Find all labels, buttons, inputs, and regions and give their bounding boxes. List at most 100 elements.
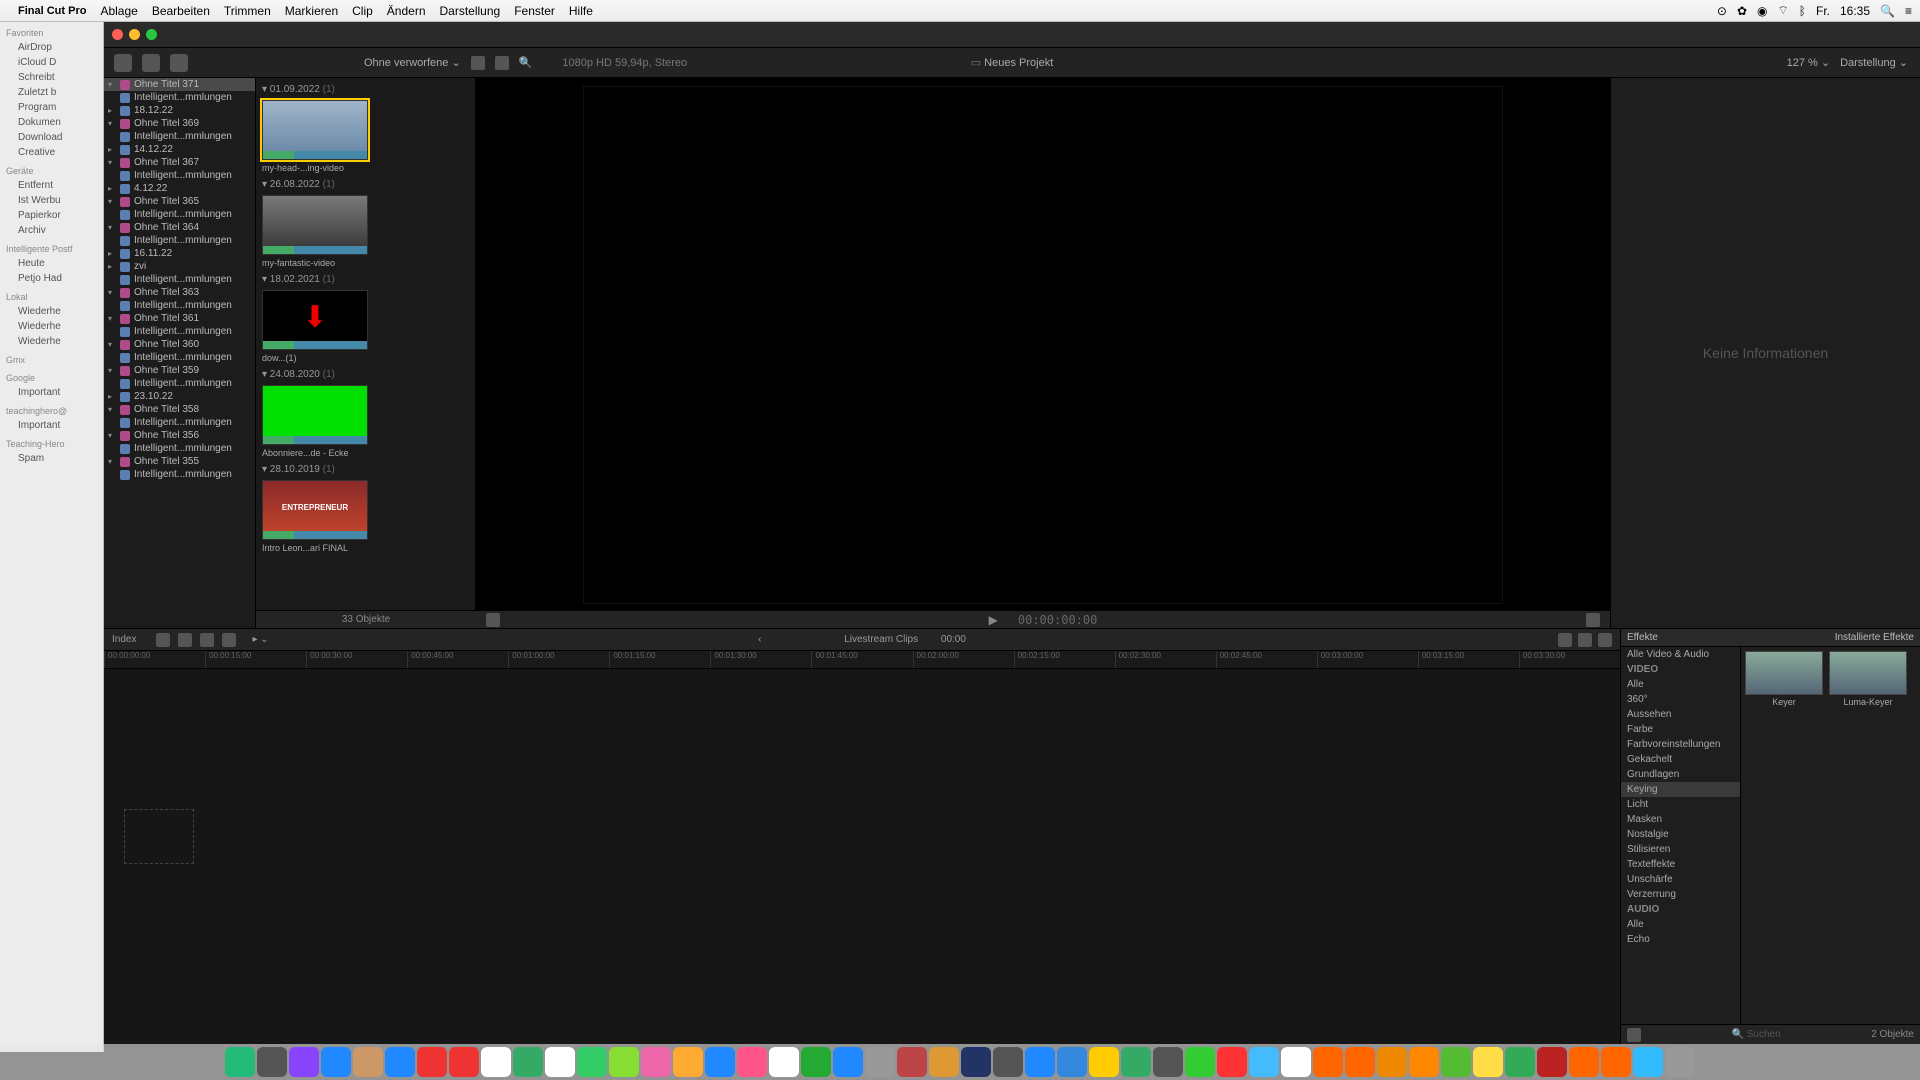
dock-app-icon[interactable] bbox=[417, 1047, 447, 1077]
finder-item[interactable]: Schreibt bbox=[0, 70, 103, 85]
dock-app-icon[interactable] bbox=[865, 1047, 895, 1077]
library-sidebar[interactable]: ▾Ohne Titel 371Intelligent...mmlungen▸18… bbox=[104, 78, 256, 628]
import-icon[interactable] bbox=[114, 54, 132, 72]
menu-icon[interactable]: ≡ bbox=[1905, 4, 1912, 18]
tool-select[interactable]: ▸ ⌄ bbox=[252, 634, 268, 645]
dock-app-icon[interactable] bbox=[1185, 1047, 1215, 1077]
effects-search[interactable]: 🔍 Suchen bbox=[1732, 1029, 1781, 1040]
dock-app-icon[interactable] bbox=[1537, 1047, 1567, 1077]
dock-app-icon[interactable] bbox=[257, 1047, 287, 1077]
effect-item[interactable]: Luma-Keyer bbox=[1829, 651, 1907, 707]
library-item[interactable]: Intelligent...mmlungen bbox=[104, 169, 255, 182]
library-item[interactable]: ▸zvi bbox=[104, 260, 255, 273]
dock-app-icon[interactable] bbox=[897, 1047, 927, 1077]
library-item[interactable]: ▾Ohne Titel 356 bbox=[104, 429, 255, 442]
finder-item[interactable]: Entfernt bbox=[0, 178, 103, 193]
dock-app-icon[interactable] bbox=[1217, 1047, 1247, 1077]
effect-category[interactable]: Unschärfe bbox=[1621, 872, 1740, 887]
finder-item[interactable]: Papierkor bbox=[0, 208, 103, 223]
library-item[interactable]: Intelligent...mmlungen bbox=[104, 299, 255, 312]
viewer[interactable] bbox=[476, 78, 1610, 610]
library-item[interactable]: Intelligent...mmlungen bbox=[104, 208, 255, 221]
effect-category[interactable]: 360° bbox=[1621, 692, 1740, 707]
timeline[interactable] bbox=[104, 669, 1620, 1044]
library-item[interactable]: Intelligent...mmlungen bbox=[104, 130, 255, 143]
viewer-canvas[interactable] bbox=[583, 86, 1503, 604]
dock-app-icon[interactable] bbox=[385, 1047, 415, 1077]
effect-category[interactable]: AUDIO bbox=[1621, 902, 1740, 917]
finder-item[interactable]: Heute bbox=[0, 256, 103, 271]
dock-app-icon[interactable] bbox=[1121, 1047, 1151, 1077]
close-icon[interactable] bbox=[112, 29, 123, 40]
play-button[interactable]: ▶ bbox=[989, 613, 998, 627]
dock-app-icon[interactable] bbox=[1249, 1047, 1279, 1077]
dock-app-icon[interactable] bbox=[929, 1047, 959, 1077]
dock-app-icon[interactable] bbox=[1281, 1047, 1311, 1077]
library-item[interactable]: Intelligent...mmlungen bbox=[104, 468, 255, 481]
search-icon[interactable]: 🔍 bbox=[1880, 4, 1895, 18]
dock-app-icon[interactable] bbox=[1345, 1047, 1375, 1077]
dock-app-icon[interactable] bbox=[833, 1047, 863, 1077]
clip-thumbnail[interactable]: ⬇ bbox=[262, 290, 368, 350]
dock-app-icon[interactable] bbox=[545, 1047, 575, 1077]
dock-app-icon[interactable] bbox=[481, 1047, 511, 1077]
effect-category[interactable]: Masken bbox=[1621, 812, 1740, 827]
effects-installed-label[interactable]: Installierte Effekte bbox=[1835, 632, 1914, 643]
finder-item[interactable]: Wiederhe bbox=[0, 319, 103, 334]
finder-item[interactable]: Important bbox=[0, 418, 103, 433]
finder-item[interactable]: Archiv bbox=[0, 223, 103, 238]
finder-item[interactable]: Spam bbox=[0, 451, 103, 466]
app-name[interactable]: Final Cut Pro bbox=[18, 5, 86, 17]
connect-icon[interactable] bbox=[156, 633, 170, 647]
overwrite-icon[interactable] bbox=[222, 633, 236, 647]
finder-item[interactable]: Program bbox=[0, 100, 103, 115]
dock-app-icon[interactable] bbox=[1601, 1047, 1631, 1077]
finder-item[interactable]: Creative bbox=[0, 145, 103, 160]
dock-app-icon[interactable] bbox=[1633, 1047, 1663, 1077]
list-view-icon[interactable] bbox=[471, 56, 485, 70]
keyword-icon[interactable] bbox=[142, 54, 160, 72]
library-item[interactable]: ▾Ohne Titel 359 bbox=[104, 364, 255, 377]
solo-icon[interactable] bbox=[1598, 633, 1612, 647]
dock-app-icon[interactable] bbox=[673, 1047, 703, 1077]
menu-bearbeiten[interactable]: Bearbeiten bbox=[152, 4, 210, 18]
dock-app-icon[interactable] bbox=[1377, 1047, 1407, 1077]
effect-category[interactable]: Alle bbox=[1621, 917, 1740, 932]
dock-app-icon[interactable] bbox=[1665, 1047, 1695, 1077]
library-item[interactable]: Intelligent...mmlungen bbox=[104, 273, 255, 286]
effect-category[interactable]: Verzerrung bbox=[1621, 887, 1740, 902]
finder-item[interactable]: iCloud D bbox=[0, 55, 103, 70]
browser-date-header[interactable]: ▾ 28.10.2019 (1) bbox=[262, 462, 469, 477]
effect-category[interactable]: Alle bbox=[1621, 677, 1740, 692]
dock-app-icon[interactable] bbox=[321, 1047, 351, 1077]
library-item[interactable]: ▾Ohne Titel 371 bbox=[104, 78, 255, 91]
effects-items[interactable]: KeyerLuma-Keyer bbox=[1741, 647, 1920, 1024]
library-item[interactable]: Intelligent...mmlungen bbox=[104, 351, 255, 364]
dock-app-icon[interactable] bbox=[961, 1047, 991, 1077]
dock-app-icon[interactable] bbox=[609, 1047, 639, 1077]
dock-app-icon[interactable] bbox=[225, 1047, 255, 1077]
finder-item[interactable]: Download bbox=[0, 130, 103, 145]
media-browser[interactable]: ▾ 01.09.2022 (1)my-head-...ing-video▾ 26… bbox=[256, 78, 476, 610]
dock-app-icon[interactable] bbox=[1505, 1047, 1535, 1077]
browser-date-header[interactable]: ▾ 24.08.2020 (1) bbox=[262, 367, 469, 382]
view-dropdown[interactable]: Darstellung ⌄ bbox=[1840, 56, 1908, 69]
library-item[interactable]: ▾Ohne Titel 364 bbox=[104, 221, 255, 234]
menu-ablage[interactable]: Ablage bbox=[100, 4, 137, 18]
project-title[interactable]: ▭ Neues Projekt bbox=[971, 56, 1054, 69]
dock-app-icon[interactable] bbox=[641, 1047, 671, 1077]
effect-item[interactable]: Keyer bbox=[1745, 651, 1823, 707]
render-icon[interactable] bbox=[170, 54, 188, 72]
dock-app-icon[interactable] bbox=[801, 1047, 831, 1077]
effect-category[interactable]: Keying bbox=[1621, 782, 1740, 797]
finder-item[interactable]: AirDrop bbox=[0, 40, 103, 55]
library-item[interactable]: ▸4.12.22 bbox=[104, 182, 255, 195]
timeline-ruler[interactable]: 00:00:00:0000:00:15:0000:00:30:0000:00:4… bbox=[104, 651, 1620, 669]
effect-category[interactable]: Gekachelt bbox=[1621, 752, 1740, 767]
effect-category[interactable]: Grundlagen bbox=[1621, 767, 1740, 782]
dock-app-icon[interactable] bbox=[1057, 1047, 1087, 1077]
dock-app-icon[interactable] bbox=[1153, 1047, 1183, 1077]
zoom-level[interactable]: 127 % ⌄ bbox=[1787, 56, 1830, 69]
menu-trimmen[interactable]: Trimmen bbox=[224, 4, 271, 18]
library-item[interactable]: ▾Ohne Titel 367 bbox=[104, 156, 255, 169]
